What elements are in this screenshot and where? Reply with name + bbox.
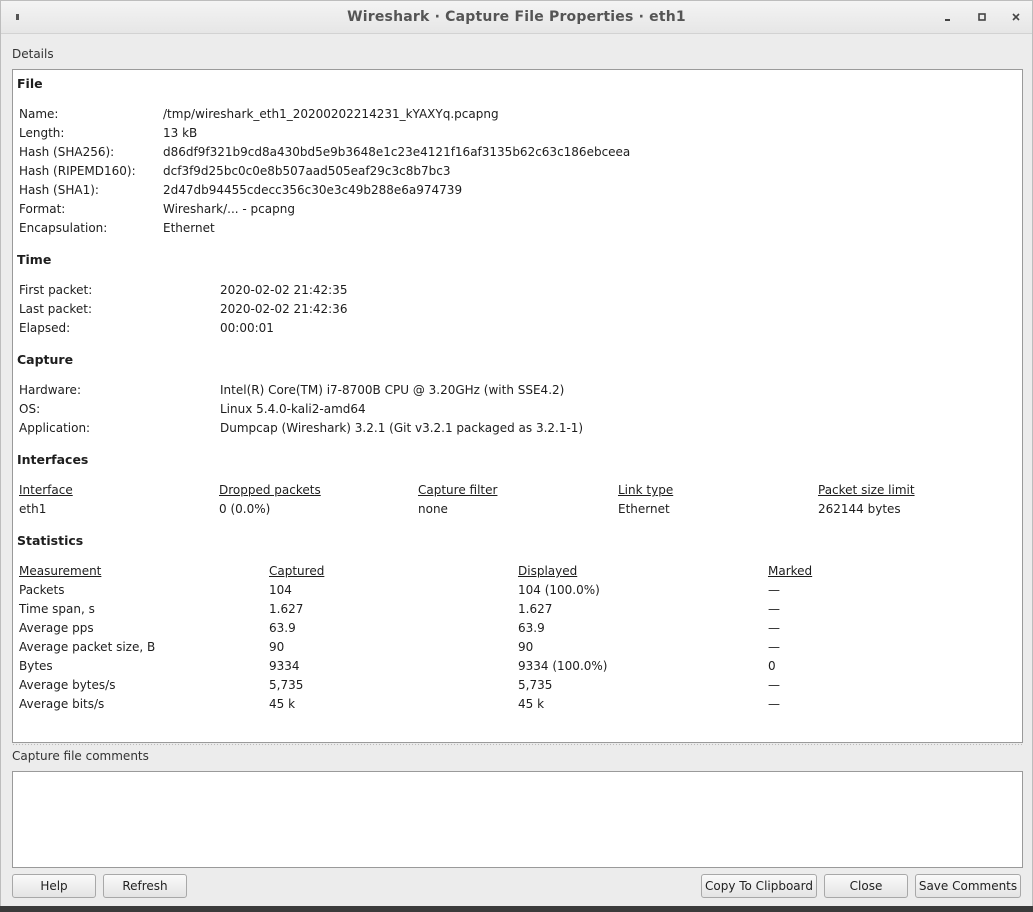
save-comments-button[interactable]: Save Comments bbox=[915, 874, 1021, 898]
file-name-value: /tmp/wireshark_eth1_20200202214231_kYAXY… bbox=[163, 107, 499, 121]
elapsed-label: Elapsed: bbox=[19, 321, 71, 335]
stats-col-marked: Marked bbox=[768, 564, 813, 578]
stats-col-displayed: Displayed bbox=[518, 564, 578, 578]
interfaces-col-dropped: Dropped packets bbox=[219, 483, 321, 497]
file-format-value: Wireshark/... - pcapng bbox=[163, 202, 295, 216]
maximize-icon[interactable] bbox=[975, 10, 989, 24]
stats-row-bytes-captured: 9334 bbox=[269, 659, 300, 673]
elapsed-value: 00:00:01 bbox=[220, 321, 274, 335]
interfaces-heading: Interfaces bbox=[17, 452, 89, 467]
stats-row-timespan-marked: — bbox=[768, 602, 780, 616]
os-value: Linux 5.4.0-kali2-amd64 bbox=[220, 402, 366, 416]
details-label: Details bbox=[12, 47, 54, 61]
stats-row-packets-marked: — bbox=[768, 583, 780, 597]
stats-col-captured: Captured bbox=[269, 564, 325, 578]
stats-row-pps-measurement: Average pps bbox=[19, 621, 94, 635]
hash-sha256-label: Hash (SHA256): bbox=[19, 145, 115, 159]
close-button[interactable]: Close bbox=[824, 874, 908, 898]
size-limit-cell: 262144 bytes bbox=[818, 502, 901, 516]
stats-col-measurement: Measurement bbox=[19, 564, 102, 578]
capture-comments-textarea[interactable] bbox=[12, 771, 1023, 868]
hash-ripemd160-label: Hash (RIPEMD160): bbox=[19, 164, 136, 178]
stats-row-timespan-captured: 1.627 bbox=[269, 602, 304, 616]
refresh-button[interactable]: Refresh bbox=[103, 874, 187, 898]
stats-row-bytesps-marked: — bbox=[768, 678, 780, 692]
capture-heading: Capture bbox=[17, 352, 74, 367]
stats-row-timespan-measurement: Time span, s bbox=[19, 602, 95, 616]
stats-row-bytesps-captured: 5,735 bbox=[269, 678, 304, 692]
stats-row-bitsps-captured: 45 k bbox=[269, 697, 296, 711]
file-length-label: Length: bbox=[19, 126, 65, 140]
stats-row-bytes-displayed: 9334 (100.0%) bbox=[518, 659, 608, 673]
stats-row-bitsps-marked: — bbox=[768, 697, 780, 711]
stats-row-bytes-marked: 0 bbox=[768, 659, 776, 673]
hash-sha256-value: d86df9f321b9cd8a430bd5e9b3648e1c23e4121f… bbox=[163, 145, 631, 159]
hash-ripemd160-value: dcf3f9d25bc0c0e8b507aad505eaf29c3c8b7bc3 bbox=[163, 164, 451, 178]
stats-row-bytes-measurement: Bytes bbox=[19, 659, 53, 673]
file-length-value: 13 kB bbox=[163, 126, 198, 140]
stats-row-bytesps-measurement: Average bytes/s bbox=[19, 678, 116, 692]
stats-row-bitsps-displayed: 45 k bbox=[518, 697, 545, 711]
first-packet-label: First packet: bbox=[19, 283, 93, 297]
details-panel[interactable]: File Name: /tmp/wireshark_eth1_202002022… bbox=[12, 69, 1023, 743]
last-packet-value: 2020-02-02 21:42:36 bbox=[220, 302, 348, 316]
file-name-label: Name: bbox=[19, 107, 59, 121]
stats-row-pktsize-measurement: Average packet size, B bbox=[19, 640, 156, 654]
capture-file-properties-window: Wireshark · Capture File Properties · et… bbox=[0, 0, 1033, 912]
interfaces-col-size-limit: Packet size limit bbox=[818, 483, 915, 497]
stats-row-pktsize-captured: 90 bbox=[269, 640, 285, 654]
interfaces-col-interface: Interface bbox=[19, 483, 73, 497]
hash-sha1-value: 2d47db94455cdecc356c30e3c49b288e6a974739 bbox=[163, 183, 463, 197]
stats-row-packets-captured: 104 bbox=[269, 583, 292, 597]
stats-row-bitsps-measurement: Average bits/s bbox=[19, 697, 105, 711]
interface-cell: eth1 bbox=[19, 502, 47, 516]
stats-row-packets-displayed: 104 (100.0%) bbox=[518, 583, 600, 597]
title-bar[interactable]: Wireshark · Capture File Properties · et… bbox=[1, 1, 1032, 34]
stats-row-timespan-displayed: 1.627 bbox=[518, 602, 553, 616]
file-format-label: Format: bbox=[19, 202, 66, 216]
window-title: Wireshark · Capture File Properties · et… bbox=[347, 9, 686, 25]
minimize-icon[interactable] bbox=[941, 10, 955, 24]
time-heading: Time bbox=[17, 252, 52, 267]
link-type-cell: Ethernet bbox=[618, 502, 670, 516]
application-label: Application: bbox=[19, 421, 91, 435]
stats-row-bytesps-displayed: 5,735 bbox=[518, 678, 553, 692]
file-encapsulation-value: Ethernet bbox=[163, 221, 215, 235]
hardware-label: Hardware: bbox=[19, 383, 81, 397]
stats-row-pps-captured: 63.9 bbox=[269, 621, 296, 635]
stats-row-pps-marked: — bbox=[768, 621, 780, 635]
close-icon[interactable] bbox=[1009, 10, 1023, 24]
stats-row-packets-measurement: Packets bbox=[19, 583, 65, 597]
interfaces-col-filter: Capture filter bbox=[418, 483, 498, 497]
interfaces-col-link-type: Link type bbox=[618, 483, 674, 497]
dropped-cell: 0 (0.0%) bbox=[219, 502, 271, 516]
stats-row-pktsize-marked: — bbox=[768, 640, 780, 654]
hash-sha1-label: Hash (SHA1): bbox=[19, 183, 99, 197]
panel-splitter-handle[interactable] bbox=[12, 743, 1022, 746]
first-packet-value: 2020-02-02 21:42:35 bbox=[220, 283, 348, 297]
application-value: Dumpcap (Wireshark) 3.2.1 (Git v3.2.1 pa… bbox=[220, 421, 584, 435]
file-heading: File bbox=[17, 76, 43, 91]
filter-cell: none bbox=[418, 502, 448, 516]
help-button[interactable]: Help bbox=[12, 874, 96, 898]
statistics-heading: Statistics bbox=[17, 533, 84, 548]
hardware-value: Intel(R) Core(TM) i7-8700B CPU @ 3.20GHz… bbox=[220, 383, 565, 397]
desktop-background-strip bbox=[0, 906, 1033, 912]
stats-row-pktsize-displayed: 90 bbox=[518, 640, 534, 654]
comments-label: Capture file comments bbox=[12, 749, 149, 763]
stats-row-pps-displayed: 63.9 bbox=[518, 621, 545, 635]
os-label: OS: bbox=[19, 402, 41, 416]
copy-to-clipboard-button[interactable]: Copy To Clipboard bbox=[701, 874, 817, 898]
last-packet-label: Last packet: bbox=[19, 302, 93, 316]
file-encapsulation-label: Encapsulation: bbox=[19, 221, 108, 235]
